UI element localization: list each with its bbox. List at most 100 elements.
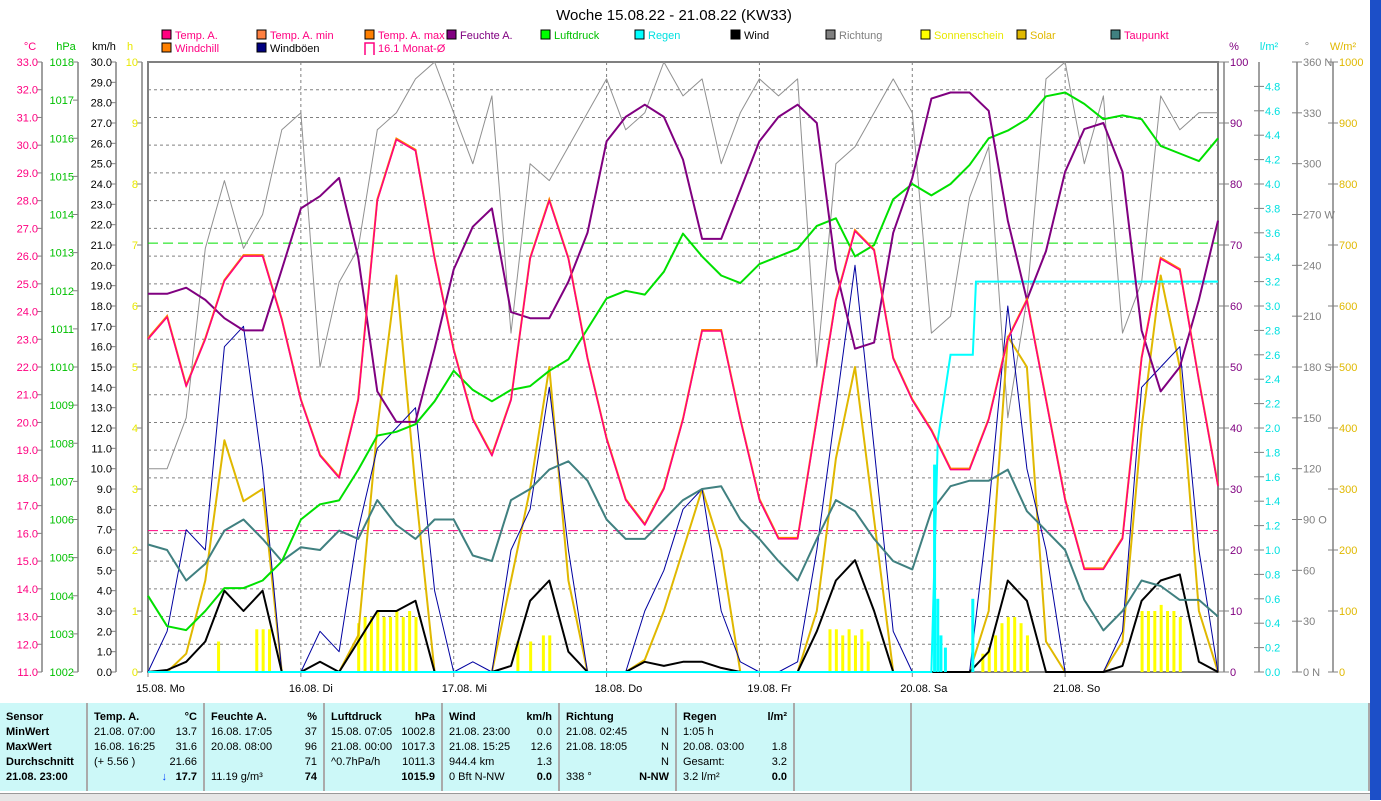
- legend-label: Luftdruck: [554, 30, 600, 42]
- table-row: 15.08. 07:051002.8: [331, 725, 435, 739]
- axis-tick-label: 19.0: [91, 281, 112, 293]
- column-unit: °C: [185, 710, 197, 724]
- legend-swatch: [826, 30, 835, 39]
- row-label: 21.08. 23:00: [6, 770, 68, 784]
- humidity-line: [148, 93, 1218, 422]
- axis-tick-label: 1014: [50, 210, 74, 222]
- axis-tick-label: 300: [1339, 484, 1357, 496]
- sunshine-bar: [841, 635, 844, 672]
- axis-tick-label: 3.4: [1265, 252, 1280, 264]
- legend-swatch: [1017, 30, 1026, 39]
- axis-tick-label: 0.0: [97, 667, 112, 679]
- sunshine-bar: [994, 635, 997, 672]
- column-header: Richtung: [566, 710, 614, 724]
- row-label: MaxWert: [6, 740, 52, 754]
- sunshine-bar: [854, 635, 857, 672]
- sunshine-bar: [1160, 605, 1163, 672]
- table-row: Sensor: [6, 710, 80, 724]
- table-row: 21.08. 07:0013.7: [94, 725, 197, 739]
- axis-tick-label: 29.0: [91, 77, 112, 89]
- axis-tick-label: 25.0: [17, 279, 38, 291]
- axis-tick-label: 13.0: [17, 612, 38, 624]
- axis-tick-label: 11.0: [17, 667, 38, 679]
- axis-tick-label: 210: [1303, 311, 1321, 323]
- sunshine-bar: [364, 617, 367, 672]
- legend-swatch: [162, 30, 171, 39]
- legend-label: Solar: [1030, 30, 1056, 42]
- table-row: MaxWert: [6, 740, 80, 754]
- row-label: Sensor: [6, 710, 43, 724]
- cell-label: 15.08. 07:05: [331, 725, 392, 739]
- axis-tick-label: 1007: [50, 476, 74, 488]
- cell-value: 74: [305, 770, 317, 784]
- axis-tick-label: 2.4: [1265, 374, 1280, 386]
- axis-tick-label: 12.0: [17, 639, 38, 651]
- cell-label: 21.08. 00:00: [331, 740, 392, 754]
- column-unit: km/h: [526, 710, 552, 724]
- cell-label: 20.08. 03:00: [683, 740, 744, 754]
- axis-tick-label: 17.0: [17, 501, 38, 513]
- sunshine-bar: [383, 617, 386, 672]
- table-column-sensor: SensorMinWertMaxWertDurchschnitt21.08. 2…: [0, 703, 88, 791]
- cell-value: 96: [305, 740, 317, 754]
- axis-tick-label: 5.0: [97, 565, 112, 577]
- cell-value: 1015.9: [401, 770, 435, 784]
- cell-value: 21.66: [169, 755, 197, 769]
- axis-unit-pressure: hPa: [56, 41, 76, 53]
- axis-tick-label: 15.0: [91, 362, 112, 374]
- axis-tick-label: 3.2: [1265, 277, 1280, 289]
- cell-label: 21.08. 07:00: [94, 725, 155, 739]
- axis-tick-label: 2.8: [1265, 325, 1280, 337]
- cell-label: 944.4 km: [449, 755, 494, 769]
- cell-value: N: [661, 740, 669, 754]
- weather-chart: Woche 15.08.22 - 21.08.22 (KW33) Temp. A…: [0, 0, 1381, 703]
- table-row: 338 °N-NW: [566, 770, 669, 784]
- axis-tick-label: 1.6: [1265, 472, 1280, 484]
- table-row: 17.7↓: [94, 770, 197, 784]
- table-row: 20.08. 08:0096: [211, 740, 317, 754]
- axis-tick-label: 1.0: [1265, 545, 1280, 557]
- sunshine-bar: [1026, 635, 1029, 672]
- sunshine-bar: [376, 611, 379, 672]
- axis-tick-label: 3.0: [1265, 301, 1280, 313]
- cell-label: 21.08. 23:00: [449, 725, 510, 739]
- axis-tick-label: 30: [1303, 616, 1315, 628]
- column-header: Regen: [683, 710, 717, 724]
- legend-label: Wind: [744, 30, 769, 42]
- cell-label: 16.08. 16:25: [94, 740, 155, 754]
- axis-tick-label: 10: [1230, 606, 1242, 618]
- axis-tick-label: 4.6: [1265, 106, 1280, 118]
- axis-tick-label: 24.0: [91, 179, 112, 191]
- cell-value: 0.0: [537, 770, 552, 784]
- rain-bar: [939, 635, 942, 672]
- axis-tick-label: 10: [126, 57, 138, 69]
- axis-tick-label: 29.0: [17, 168, 38, 180]
- table-row: Gesamt:3.2: [683, 755, 787, 769]
- axis-unit-temp: °C: [24, 41, 36, 53]
- row-label: Durchschnitt: [6, 755, 74, 769]
- legend-label: Sonnenschein: [934, 30, 1004, 42]
- sunshine-bar: [1147, 611, 1150, 672]
- axis-tick-label: 2.2: [1265, 399, 1280, 411]
- axis-tick-label: 1013: [50, 248, 74, 260]
- axis-tick-label: 4.4: [1265, 130, 1280, 142]
- axis-tick-label: 600: [1339, 301, 1357, 313]
- cell-label: 0 Bft N-NW: [449, 770, 505, 784]
- axis-unit-sunshine: h: [127, 41, 133, 53]
- axis-tick-label: 27.0: [17, 223, 38, 235]
- axis-tick-label: 18.0: [17, 473, 38, 485]
- axis-tick-label: 22.0: [17, 362, 38, 374]
- cell-value: 31.6: [176, 740, 197, 754]
- axis-tick-label: 31.0: [17, 112, 38, 124]
- table-row: 1015.9: [331, 770, 435, 784]
- axis-tick-label: 180 S: [1303, 362, 1332, 374]
- cell-value: 37: [305, 725, 317, 739]
- sunshine-bar: [395, 611, 398, 672]
- table-column-rain: Regenl/m²1:05 h20.08. 03:001.8Gesamt:3.2…: [677, 703, 795, 791]
- axis-tick-label: 5: [132, 362, 138, 374]
- axis-tick-label: 26.0: [91, 138, 112, 150]
- axis-tick-label: 21.0: [17, 390, 38, 402]
- axis-tick-label: 30: [1230, 484, 1242, 496]
- axis-tick-label: 6: [132, 301, 138, 313]
- legend-label: Temp. A. min: [270, 30, 334, 42]
